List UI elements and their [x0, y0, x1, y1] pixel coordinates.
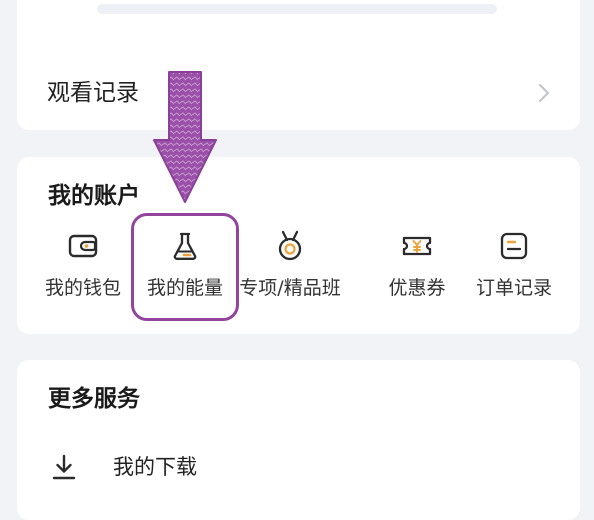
annotation-down-arrow	[153, 71, 217, 203]
account-card: 我的账户 我的钱包 我的能量 专项/精品班 优惠券 订单记录	[17, 157, 580, 334]
account-section-title: 我的账户	[48, 183, 140, 209]
orders-label: 订单记录	[475, 277, 552, 299]
history-card: 观看记录	[17, 0, 580, 130]
medal-icon	[278, 230, 302, 261]
coupon-icon	[402, 236, 432, 256]
faded-placeholder-bar	[97, 4, 497, 14]
wallet-label: 我的钱包	[44, 277, 121, 299]
my-downloads-row[interactable]: 我的下载	[49, 450, 349, 484]
more-services-title: 更多服务	[48, 386, 140, 412]
coupon-label: 优惠券	[388, 277, 446, 299]
order-card-icon	[500, 232, 528, 260]
orders-button[interactable]: 订单记录	[459, 229, 569, 309]
course-button[interactable]: 专项/精品班	[235, 229, 345, 309]
course-label: 专项/精品班	[239, 277, 341, 299]
chevron-right-icon[interactable]	[534, 81, 554, 105]
download-icon	[52, 454, 76, 480]
watch-history-label[interactable]: 观看记录	[47, 78, 139, 108]
more-services-card: 更多服务 我的下载	[17, 360, 580, 520]
coupon-button[interactable]: 优惠券	[362, 229, 472, 309]
wallet-button[interactable]: 我的钱包	[28, 229, 138, 309]
annotation-highlight-box	[131, 213, 239, 321]
wallet-icon	[68, 234, 98, 258]
my-downloads-label: 我的下载	[113, 455, 197, 479]
